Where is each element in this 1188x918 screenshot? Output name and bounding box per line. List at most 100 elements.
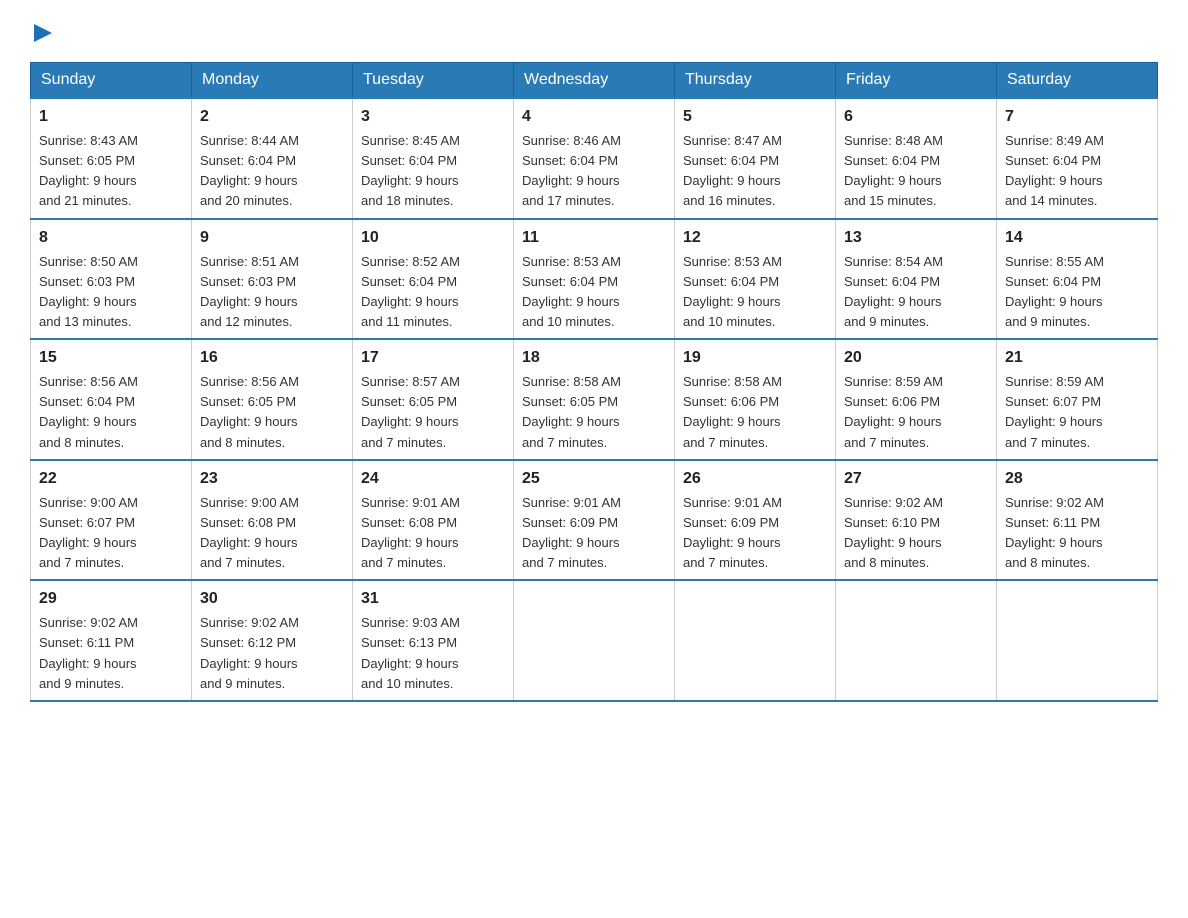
calendar-cell: 12 Sunrise: 8:53 AMSunset: 6:04 PMDaylig… [675, 219, 836, 340]
day-info: Sunrise: 8:46 AMSunset: 6:04 PMDaylight:… [522, 133, 621, 208]
calendar-cell: 14 Sunrise: 8:55 AMSunset: 6:04 PMDaylig… [997, 219, 1158, 340]
day-info: Sunrise: 8:54 AMSunset: 6:04 PMDaylight:… [844, 254, 943, 329]
day-info: Sunrise: 8:52 AMSunset: 6:04 PMDaylight:… [361, 254, 460, 329]
day-info: Sunrise: 8:53 AMSunset: 6:04 PMDaylight:… [522, 254, 621, 329]
day-info: Sunrise: 8:49 AMSunset: 6:04 PMDaylight:… [1005, 133, 1104, 208]
day-number: 17 [361, 346, 505, 370]
day-number: 8 [39, 226, 183, 250]
calendar-cell: 16 Sunrise: 8:56 AMSunset: 6:05 PMDaylig… [192, 339, 353, 460]
calendar-cell: 9 Sunrise: 8:51 AMSunset: 6:03 PMDayligh… [192, 219, 353, 340]
day-number: 25 [522, 467, 666, 491]
day-info: Sunrise: 8:44 AMSunset: 6:04 PMDaylight:… [200, 133, 299, 208]
calendar-cell: 27 Sunrise: 9:02 AMSunset: 6:10 PMDaylig… [836, 460, 997, 581]
day-number: 29 [39, 587, 183, 611]
day-number: 10 [361, 226, 505, 250]
day-info: Sunrise: 8:58 AMSunset: 6:05 PMDaylight:… [522, 374, 621, 449]
day-number: 31 [361, 587, 505, 611]
calendar-cell: 6 Sunrise: 8:48 AMSunset: 6:04 PMDayligh… [836, 98, 997, 219]
day-number: 28 [1005, 467, 1149, 491]
calendar-cell: 15 Sunrise: 8:56 AMSunset: 6:04 PMDaylig… [31, 339, 192, 460]
day-info: Sunrise: 9:02 AMSunset: 6:12 PMDaylight:… [200, 615, 299, 690]
calendar-cell: 23 Sunrise: 9:00 AMSunset: 6:08 PMDaylig… [192, 460, 353, 581]
day-info: Sunrise: 8:57 AMSunset: 6:05 PMDaylight:… [361, 374, 460, 449]
day-number: 14 [1005, 226, 1149, 250]
calendar-cell: 30 Sunrise: 9:02 AMSunset: 6:12 PMDaylig… [192, 580, 353, 701]
day-number: 20 [844, 346, 988, 370]
calendar-cell: 28 Sunrise: 9:02 AMSunset: 6:11 PMDaylig… [997, 460, 1158, 581]
calendar-cell [836, 580, 997, 701]
day-info: Sunrise: 9:00 AMSunset: 6:07 PMDaylight:… [39, 495, 138, 570]
calendar-cell: 13 Sunrise: 8:54 AMSunset: 6:04 PMDaylig… [836, 219, 997, 340]
header-saturday: Saturday [997, 63, 1158, 99]
calendar-week-1: 1 Sunrise: 8:43 AMSunset: 6:05 PMDayligh… [31, 98, 1158, 219]
day-number: 15 [39, 346, 183, 370]
day-info: Sunrise: 9:02 AMSunset: 6:10 PMDaylight:… [844, 495, 943, 570]
calendar-table: SundayMondayTuesdayWednesdayThursdayFrid… [30, 62, 1158, 702]
day-number: 7 [1005, 105, 1149, 129]
day-number: 3 [361, 105, 505, 129]
day-number: 16 [200, 346, 344, 370]
day-info: Sunrise: 8:48 AMSunset: 6:04 PMDaylight:… [844, 133, 943, 208]
day-number: 9 [200, 226, 344, 250]
header-sunday: Sunday [31, 63, 192, 99]
day-number: 2 [200, 105, 344, 129]
day-number: 18 [522, 346, 666, 370]
day-info: Sunrise: 9:02 AMSunset: 6:11 PMDaylight:… [39, 615, 138, 690]
day-info: Sunrise: 9:01 AMSunset: 6:09 PMDaylight:… [683, 495, 782, 570]
calendar-cell: 25 Sunrise: 9:01 AMSunset: 6:09 PMDaylig… [514, 460, 675, 581]
calendar-week-5: 29 Sunrise: 9:02 AMSunset: 6:11 PMDaylig… [31, 580, 1158, 701]
calendar-cell: 8 Sunrise: 8:50 AMSunset: 6:03 PMDayligh… [31, 219, 192, 340]
header-tuesday: Tuesday [353, 63, 514, 99]
day-info: Sunrise: 9:00 AMSunset: 6:08 PMDaylight:… [200, 495, 299, 570]
day-number: 11 [522, 226, 666, 250]
calendar-cell [997, 580, 1158, 701]
calendar-cell: 20 Sunrise: 8:59 AMSunset: 6:06 PMDaylig… [836, 339, 997, 460]
calendar-cell: 19 Sunrise: 8:58 AMSunset: 6:06 PMDaylig… [675, 339, 836, 460]
calendar-cell: 17 Sunrise: 8:57 AMSunset: 6:05 PMDaylig… [353, 339, 514, 460]
header-wednesday: Wednesday [514, 63, 675, 99]
day-number: 6 [844, 105, 988, 129]
calendar-cell: 11 Sunrise: 8:53 AMSunset: 6:04 PMDaylig… [514, 219, 675, 340]
day-number: 27 [844, 467, 988, 491]
day-number: 13 [844, 226, 988, 250]
calendar-cell: 5 Sunrise: 8:47 AMSunset: 6:04 PMDayligh… [675, 98, 836, 219]
calendar-cell: 22 Sunrise: 9:00 AMSunset: 6:07 PMDaylig… [31, 460, 192, 581]
calendar-cell: 18 Sunrise: 8:58 AMSunset: 6:05 PMDaylig… [514, 339, 675, 460]
day-number: 23 [200, 467, 344, 491]
day-info: Sunrise: 8:45 AMSunset: 6:04 PMDaylight:… [361, 133, 460, 208]
day-number: 30 [200, 587, 344, 611]
calendar-week-3: 15 Sunrise: 8:56 AMSunset: 6:04 PMDaylig… [31, 339, 1158, 460]
calendar-cell: 3 Sunrise: 8:45 AMSunset: 6:04 PMDayligh… [353, 98, 514, 219]
day-info: Sunrise: 8:55 AMSunset: 6:04 PMDaylight:… [1005, 254, 1104, 329]
calendar-cell [514, 580, 675, 701]
header-monday: Monday [192, 63, 353, 99]
day-number: 19 [683, 346, 827, 370]
calendar-cell: 10 Sunrise: 8:52 AMSunset: 6:04 PMDaylig… [353, 219, 514, 340]
calendar-cell: 2 Sunrise: 8:44 AMSunset: 6:04 PMDayligh… [192, 98, 353, 219]
calendar-cell [675, 580, 836, 701]
calendar-cell: 24 Sunrise: 9:01 AMSunset: 6:08 PMDaylig… [353, 460, 514, 581]
day-info: Sunrise: 8:59 AMSunset: 6:06 PMDaylight:… [844, 374, 943, 449]
logo-arrow-icon [32, 22, 54, 44]
logo [30, 20, 54, 44]
day-number: 12 [683, 226, 827, 250]
day-info: Sunrise: 9:01 AMSunset: 6:08 PMDaylight:… [361, 495, 460, 570]
day-info: Sunrise: 8:43 AMSunset: 6:05 PMDaylight:… [39, 133, 138, 208]
calendar-cell: 1 Sunrise: 8:43 AMSunset: 6:05 PMDayligh… [31, 98, 192, 219]
calendar-cell: 4 Sunrise: 8:46 AMSunset: 6:04 PMDayligh… [514, 98, 675, 219]
day-info: Sunrise: 8:51 AMSunset: 6:03 PMDaylight:… [200, 254, 299, 329]
day-number: 5 [683, 105, 827, 129]
day-info: Sunrise: 8:58 AMSunset: 6:06 PMDaylight:… [683, 374, 782, 449]
header-thursday: Thursday [675, 63, 836, 99]
day-number: 24 [361, 467, 505, 491]
day-number: 4 [522, 105, 666, 129]
day-number: 22 [39, 467, 183, 491]
calendar-header-row: SundayMondayTuesdayWednesdayThursdayFrid… [31, 63, 1158, 99]
day-number: 26 [683, 467, 827, 491]
day-info: Sunrise: 8:56 AMSunset: 6:04 PMDaylight:… [39, 374, 138, 449]
calendar-week-4: 22 Sunrise: 9:00 AMSunset: 6:07 PMDaylig… [31, 460, 1158, 581]
day-number: 21 [1005, 346, 1149, 370]
header-friday: Friday [836, 63, 997, 99]
calendar-cell: 31 Sunrise: 9:03 AMSunset: 6:13 PMDaylig… [353, 580, 514, 701]
day-info: Sunrise: 8:50 AMSunset: 6:03 PMDaylight:… [39, 254, 138, 329]
